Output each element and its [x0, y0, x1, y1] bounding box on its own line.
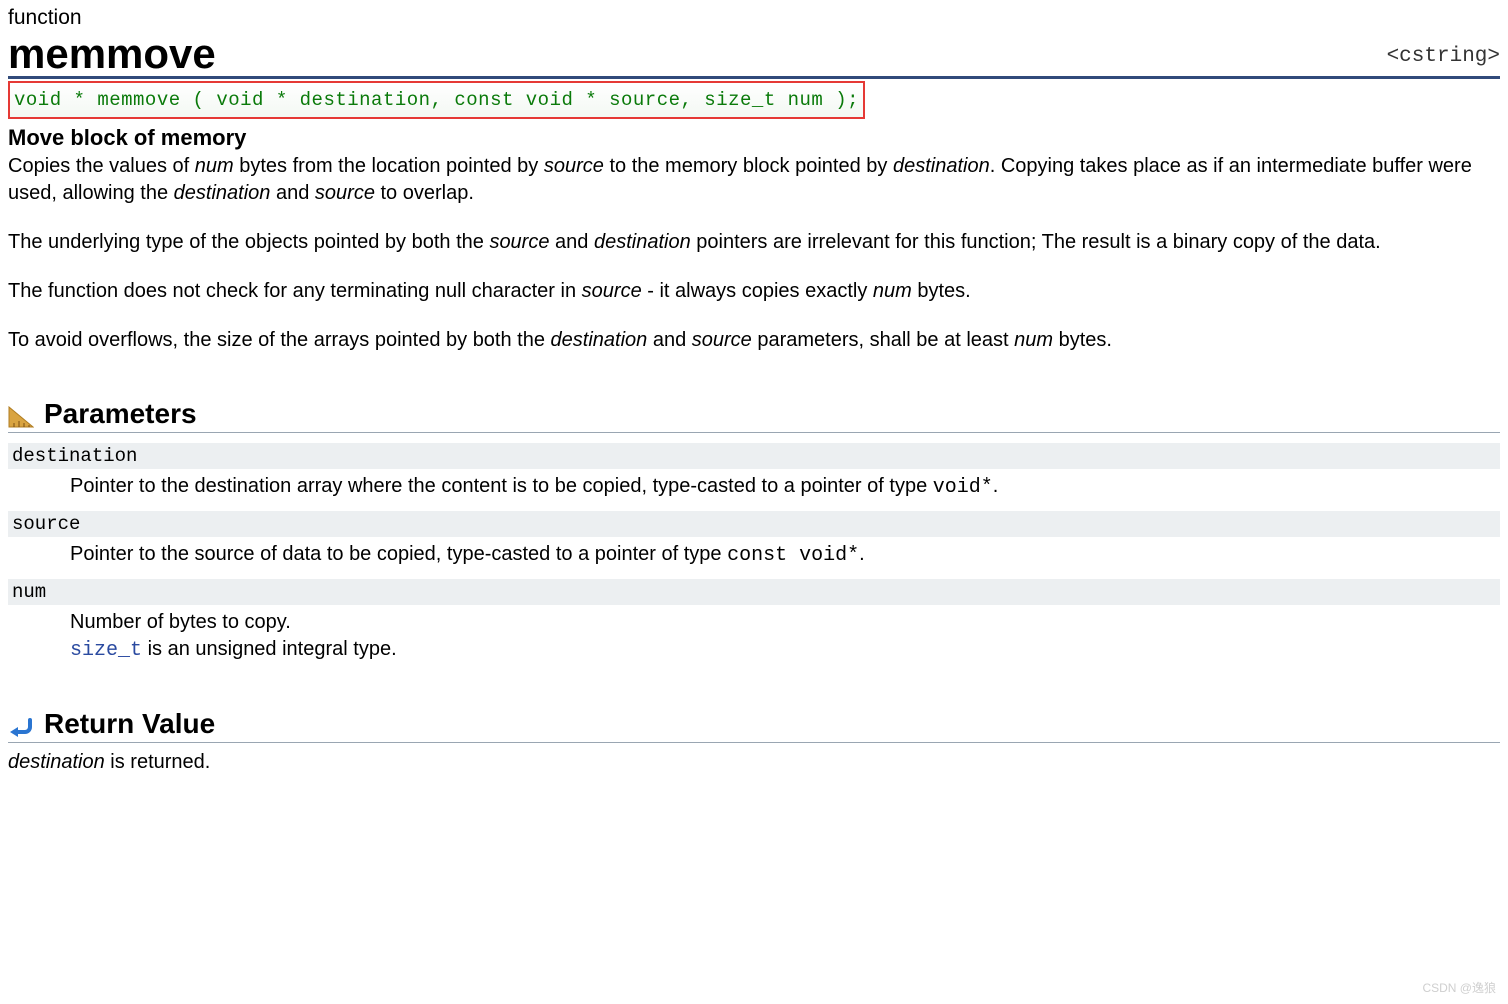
function-signature: void * memmove ( void * destination, con… [8, 81, 865, 119]
ruler-icon [8, 403, 34, 425]
paragraph-2: The underlying type of the objects point… [8, 229, 1500, 256]
param-source-name: source [8, 511, 1500, 537]
watermark: CSDN @逸狼 [1422, 979, 1496, 996]
document-root: function memmove <cstring> void * memmov… [0, 0, 1508, 822]
header-include[interactable]: <cstring> [1387, 45, 1500, 68]
size-t-link[interactable]: size_t [70, 639, 142, 662]
param-num-name: num [8, 579, 1500, 605]
page-title: memmove [8, 32, 216, 76]
summary-heading: Move block of memory [8, 125, 1500, 151]
title-row: memmove <cstring> [8, 32, 1500, 79]
return-value-text: destination is returned. [8, 749, 1500, 776]
param-source-desc: Pointer to the source of data to be copi… [70, 541, 1500, 569]
section-return-value: Return Value [8, 708, 1500, 743]
param-num-desc: Number of bytes to copy. size_t is an un… [70, 609, 1500, 664]
param-destination-desc: Pointer to the destination array where t… [70, 473, 1500, 501]
param-destination-name: destination [8, 443, 1500, 469]
section-return-value-title: Return Value [44, 708, 215, 740]
paragraph-3: The function does not check for any term… [8, 278, 1500, 305]
parameters-list: destination Pointer to the destination a… [8, 443, 1500, 664]
return-arrow-icon [8, 713, 34, 735]
section-parameters-title: Parameters [44, 398, 197, 430]
paragraph-1: Copies the values of num bytes from the … [8, 153, 1500, 207]
function-kind-label: function [8, 6, 1500, 30]
paragraph-4: To avoid overflows, the size of the arra… [8, 327, 1500, 354]
section-parameters: Parameters [8, 398, 1500, 433]
